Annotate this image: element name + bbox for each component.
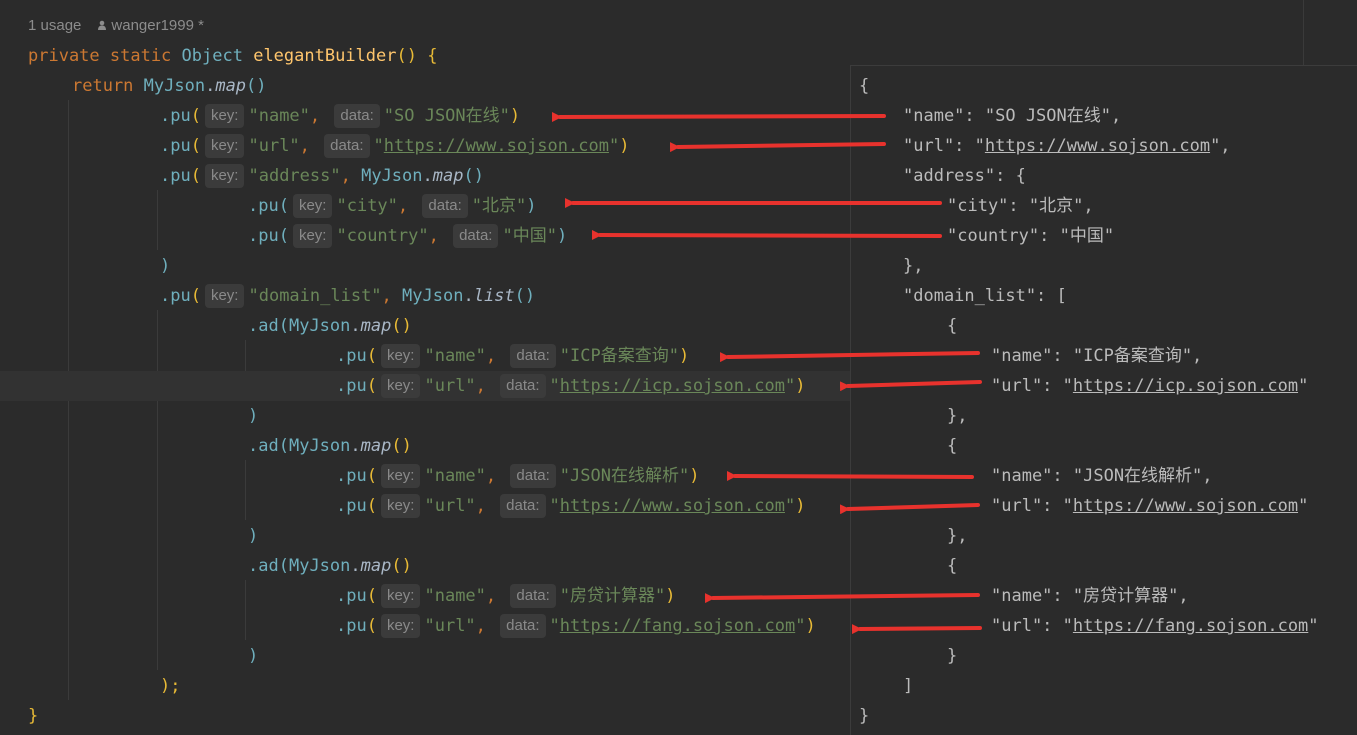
url-link[interactable]: https://www.sojson.com [985, 136, 1210, 156]
json-line: "name": "JSON在线解析", [991, 466, 1213, 486]
url-link[interactable]: https://fang.sojson.com [1073, 616, 1308, 636]
json-line: "url": "https://icp.sojson.com" [991, 376, 1309, 396]
method-name: elegantBuilder [253, 46, 397, 66]
param-hint: key: [380, 614, 421, 638]
json-line: "domain_list": [ [903, 286, 1067, 306]
code-line: .pu(key: "name", data: "JSON在线解析") [336, 464, 700, 488]
json-line: { [947, 556, 958, 576]
param-hint: key: [380, 494, 421, 518]
param-hint: data: [510, 344, 556, 368]
param-hint: data: [422, 194, 468, 218]
param-hint: data: [324, 134, 370, 158]
code-line: .pu(key: "name", data: "ICP备案查询") [336, 344, 690, 368]
code-line: .pu(key: "name", data: "SO JSON在线") [160, 104, 521, 128]
code-line: ); [160, 676, 181, 696]
code-line: .pu(key: "city", data: "北京") [248, 194, 537, 218]
param-hint: key: [380, 584, 421, 608]
code-line: .ad(MyJson.map() [248, 556, 412, 576]
param-hint: key: [292, 194, 333, 218]
json-output-panel: { "name": "SO JSON在线", "url": "https://w… [850, 65, 1357, 735]
json-line: "url": "https://www.sojson.com" [991, 496, 1309, 516]
json-line: } [947, 646, 958, 666]
code-line: .pu(key: "country", data: "中国") [248, 224, 568, 248]
code-line: ) [160, 256, 171, 276]
url-link[interactable]: https://fang.sojson.com [560, 616, 795, 636]
usage-count[interactable]: 1 usage [28, 17, 81, 34]
person-icon [98, 20, 107, 30]
param-hint: data: [500, 614, 546, 638]
json-line: "address": { [903, 166, 1026, 186]
code-line: return MyJson.map() [72, 76, 267, 96]
indent-guide [157, 190, 158, 250]
param-hint: data: [510, 584, 556, 608]
url-link[interactable]: https://icp.sojson.com [560, 376, 785, 396]
param-hint: key: [380, 344, 421, 368]
code-line: .pu(key: "url", data: "https://icp.sojson.… [336, 374, 806, 398]
code-line: .ad(MyJson.map() [248, 436, 412, 456]
param-hint: data: [500, 374, 546, 398]
param-hint: key: [292, 224, 333, 248]
code-line: private static Object elegantBuilder() { [28, 46, 438, 66]
json-line: ] [903, 676, 914, 696]
json-line: }, [903, 256, 924, 276]
json-line: "name": "ICP备案查询", [991, 346, 1203, 366]
code-line: .pu(key: "domain_list", MyJson.list() [160, 284, 536, 308]
param-hint: data: [334, 104, 380, 128]
url-link[interactable]: https://www.sojson.com [560, 496, 785, 516]
code-line: .pu(key: "name", data: "房贷计算器") [336, 584, 676, 608]
code-line: .pu(key: "address", MyJson.map() [160, 164, 484, 188]
param-hint: key: [204, 134, 245, 158]
param-hint: key: [380, 374, 421, 398]
json-line: "url": "https://www.sojson.com", [903, 136, 1231, 156]
code-line: .pu(key: "url", data: "https://www.sojson.… [336, 494, 806, 518]
param-hint: key: [204, 164, 245, 188]
param-hint: key: [204, 104, 245, 128]
code-vision-hints[interactable]: 1 usage wanger1999 * [28, 13, 204, 39]
json-line: "name": "SO JSON在线", [903, 106, 1122, 126]
json-line: "city": "北京", [947, 196, 1094, 216]
author-name[interactable]: wanger1999 * [111, 17, 204, 34]
code-line: .ad(MyJson.map() [248, 316, 412, 336]
json-line: { [947, 316, 958, 336]
url-link[interactable]: https://www.sojson.com [384, 136, 609, 156]
url-link[interactable]: https://www.sojson.com [1073, 496, 1298, 516]
param-hint: key: [204, 284, 245, 308]
json-line: }, [947, 406, 968, 426]
json-line: { [947, 436, 958, 456]
code-line: .pu(key: "url", data: "https://fang.sojson… [336, 614, 816, 638]
json-line: "url": "https://fang.sojson.com" [991, 616, 1319, 636]
json-line: "name": "房贷计算器", [991, 586, 1189, 606]
indent-guide [157, 310, 158, 670]
code-line: ) [248, 646, 259, 666]
param-hint: key: [380, 464, 421, 488]
json-line: } [859, 706, 870, 726]
indent-guide [245, 460, 246, 520]
json-line: { [859, 76, 870, 96]
code-line: .pu(key: "url", data: "https://www.sojson.… [160, 134, 630, 158]
indent-guide [245, 580, 246, 640]
param-hint: data: [453, 224, 499, 248]
code-line: ) [248, 406, 259, 426]
param-hint: data: [500, 494, 546, 518]
json-line: }, [947, 526, 968, 546]
code-line: ) [248, 526, 259, 546]
url-link[interactable]: https://icp.sojson.com [1073, 376, 1298, 396]
code-line: } [28, 706, 39, 726]
json-line: "country": "中国" [947, 226, 1115, 246]
param-hint: data: [510, 464, 556, 488]
